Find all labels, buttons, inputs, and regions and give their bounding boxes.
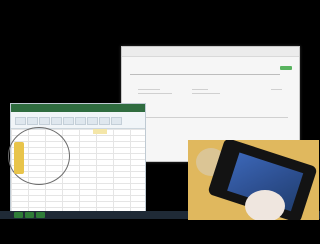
ribbon-button[interactable] xyxy=(15,117,26,125)
text-line xyxy=(192,93,220,94)
text-line xyxy=(138,89,160,90)
hand-image xyxy=(245,190,285,220)
divider-line xyxy=(130,117,288,118)
ribbon-button[interactable] xyxy=(27,117,38,125)
ribbon-button[interactable] xyxy=(111,117,122,125)
taskbar-app-icon[interactable] xyxy=(36,212,45,218)
phone-video-overlay xyxy=(188,140,319,220)
spreadsheet-title-bar[interactable] xyxy=(11,104,145,112)
text-line xyxy=(192,89,208,90)
divider-line xyxy=(130,74,280,75)
ribbon-button[interactable] xyxy=(99,117,110,125)
ribbon-button[interactable] xyxy=(51,117,62,125)
text-line xyxy=(271,89,282,90)
highlighted-cell[interactable] xyxy=(93,129,107,134)
ribbon-button[interactable] xyxy=(87,117,98,125)
video-letterbox xyxy=(0,220,320,244)
taskbar-app-icon[interactable] xyxy=(25,212,34,218)
taskbar-app-icon[interactable] xyxy=(14,212,23,218)
yellow-sticky xyxy=(14,142,24,174)
ribbon-button[interactable] xyxy=(75,117,86,125)
ribbon-button[interactable] xyxy=(63,117,74,125)
text-line xyxy=(138,93,172,94)
window-top-bar[interactable] xyxy=(122,47,299,57)
primary-action-button[interactable] xyxy=(280,66,292,70)
spreadsheet-ribbon[interactable] xyxy=(11,112,145,129)
video-frame xyxy=(0,0,320,244)
ribbon-button[interactable] xyxy=(39,117,50,125)
